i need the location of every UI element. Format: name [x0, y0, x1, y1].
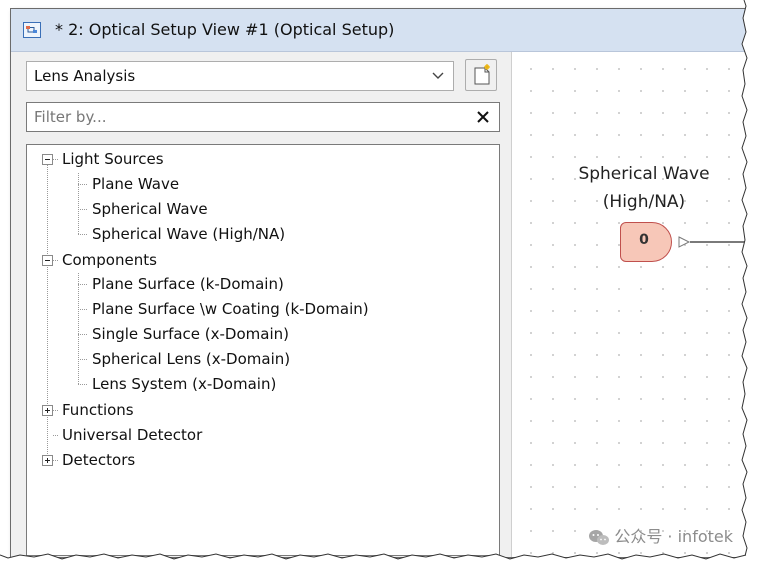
component-catalog-panel: Lens Analysis Filter by... Light Sources… — [11, 52, 512, 557]
watermark-text: 公众号 · infotek — [614, 527, 733, 546]
filter-input[interactable] — [27, 103, 474, 131]
torn-edge-bottom — [0, 553, 758, 569]
catalog-dropdown[interactable]: Lens Analysis — [26, 61, 454, 91]
tree-node-detectors[interactable]: Detectors — [62, 449, 135, 471]
watermark: 公众号 · infotek — [588, 523, 733, 547]
tree-item-plane-surface-coating[interactable]: Plane Surface \w Coating (k-Domain) — [92, 298, 369, 320]
tree-node-components[interactable]: Components — [62, 249, 157, 271]
tree-item-spherical-wave-high-na[interactable]: Spherical Wave (High/NA) — [92, 223, 285, 245]
spherical-wave-node[interactable]: 0 — [620, 222, 672, 262]
optical-setup-view-icon — [23, 22, 41, 38]
node-label-line1: Spherical Wave — [578, 164, 710, 184]
tree-item-spherical-wave[interactable]: Spherical Wave — [92, 198, 208, 220]
title-bar[interactable]: * 2: Optical Setup View #1 (Optical Setu… — [11, 9, 749, 52]
tree-item-spherical-lens[interactable]: Spherical Lens (x-Domain) — [92, 348, 290, 370]
expand-toggle-detectors[interactable] — [42, 455, 53, 466]
optical-setup-canvas[interactable]: Spherical Wave (High/NA) 0 公众号 · infotek — [512, 52, 749, 557]
chevron-down-icon — [432, 72, 444, 79]
close-icon[interactable] — [473, 107, 493, 127]
optical-setup-window: * 2: Optical Setup View #1 (Optical Setu… — [10, 8, 750, 558]
tree-item-single-surface[interactable]: Single Surface (x-Domain) — [92, 323, 289, 345]
tree-node-light-sources[interactable]: Light Sources — [62, 148, 164, 170]
torn-edge-right — [741, 0, 758, 569]
window-title: * 2: Optical Setup View #1 (Optical Setu… — [55, 20, 395, 39]
filter-box — [26, 102, 500, 132]
tree-item-universal-detector[interactable]: Universal Detector — [62, 424, 202, 446]
new-document-icon — [474, 64, 490, 85]
expand-toggle-functions[interactable] — [42, 405, 53, 416]
node-label-line2: (High/NA) — [602, 192, 686, 212]
collapse-toggle-light-sources[interactable] — [42, 154, 53, 165]
collapse-toggle-components[interactable] — [42, 255, 53, 266]
tree-item-plane-surface-k-domain[interactable]: Plane Surface (k-Domain) — [92, 273, 284, 295]
new-catalog-button[interactable] — [465, 59, 497, 91]
component-tree: Light Sources Plane Wave Spherical Wave … — [26, 144, 500, 556]
tree-item-lens-system[interactable]: Lens System (x-Domain) — [92, 373, 276, 395]
output-port-icon[interactable] — [677, 235, 691, 249]
catalog-dropdown-value: Lens Analysis — [34, 67, 136, 85]
node-index: 0 — [639, 232, 649, 248]
node-label: Spherical Wave (High/NA) — [564, 160, 724, 216]
tree-node-functions[interactable]: Functions — [62, 399, 134, 421]
wechat-icon — [589, 529, 610, 545]
tree-item-plane-wave[interactable]: Plane Wave — [92, 173, 179, 195]
